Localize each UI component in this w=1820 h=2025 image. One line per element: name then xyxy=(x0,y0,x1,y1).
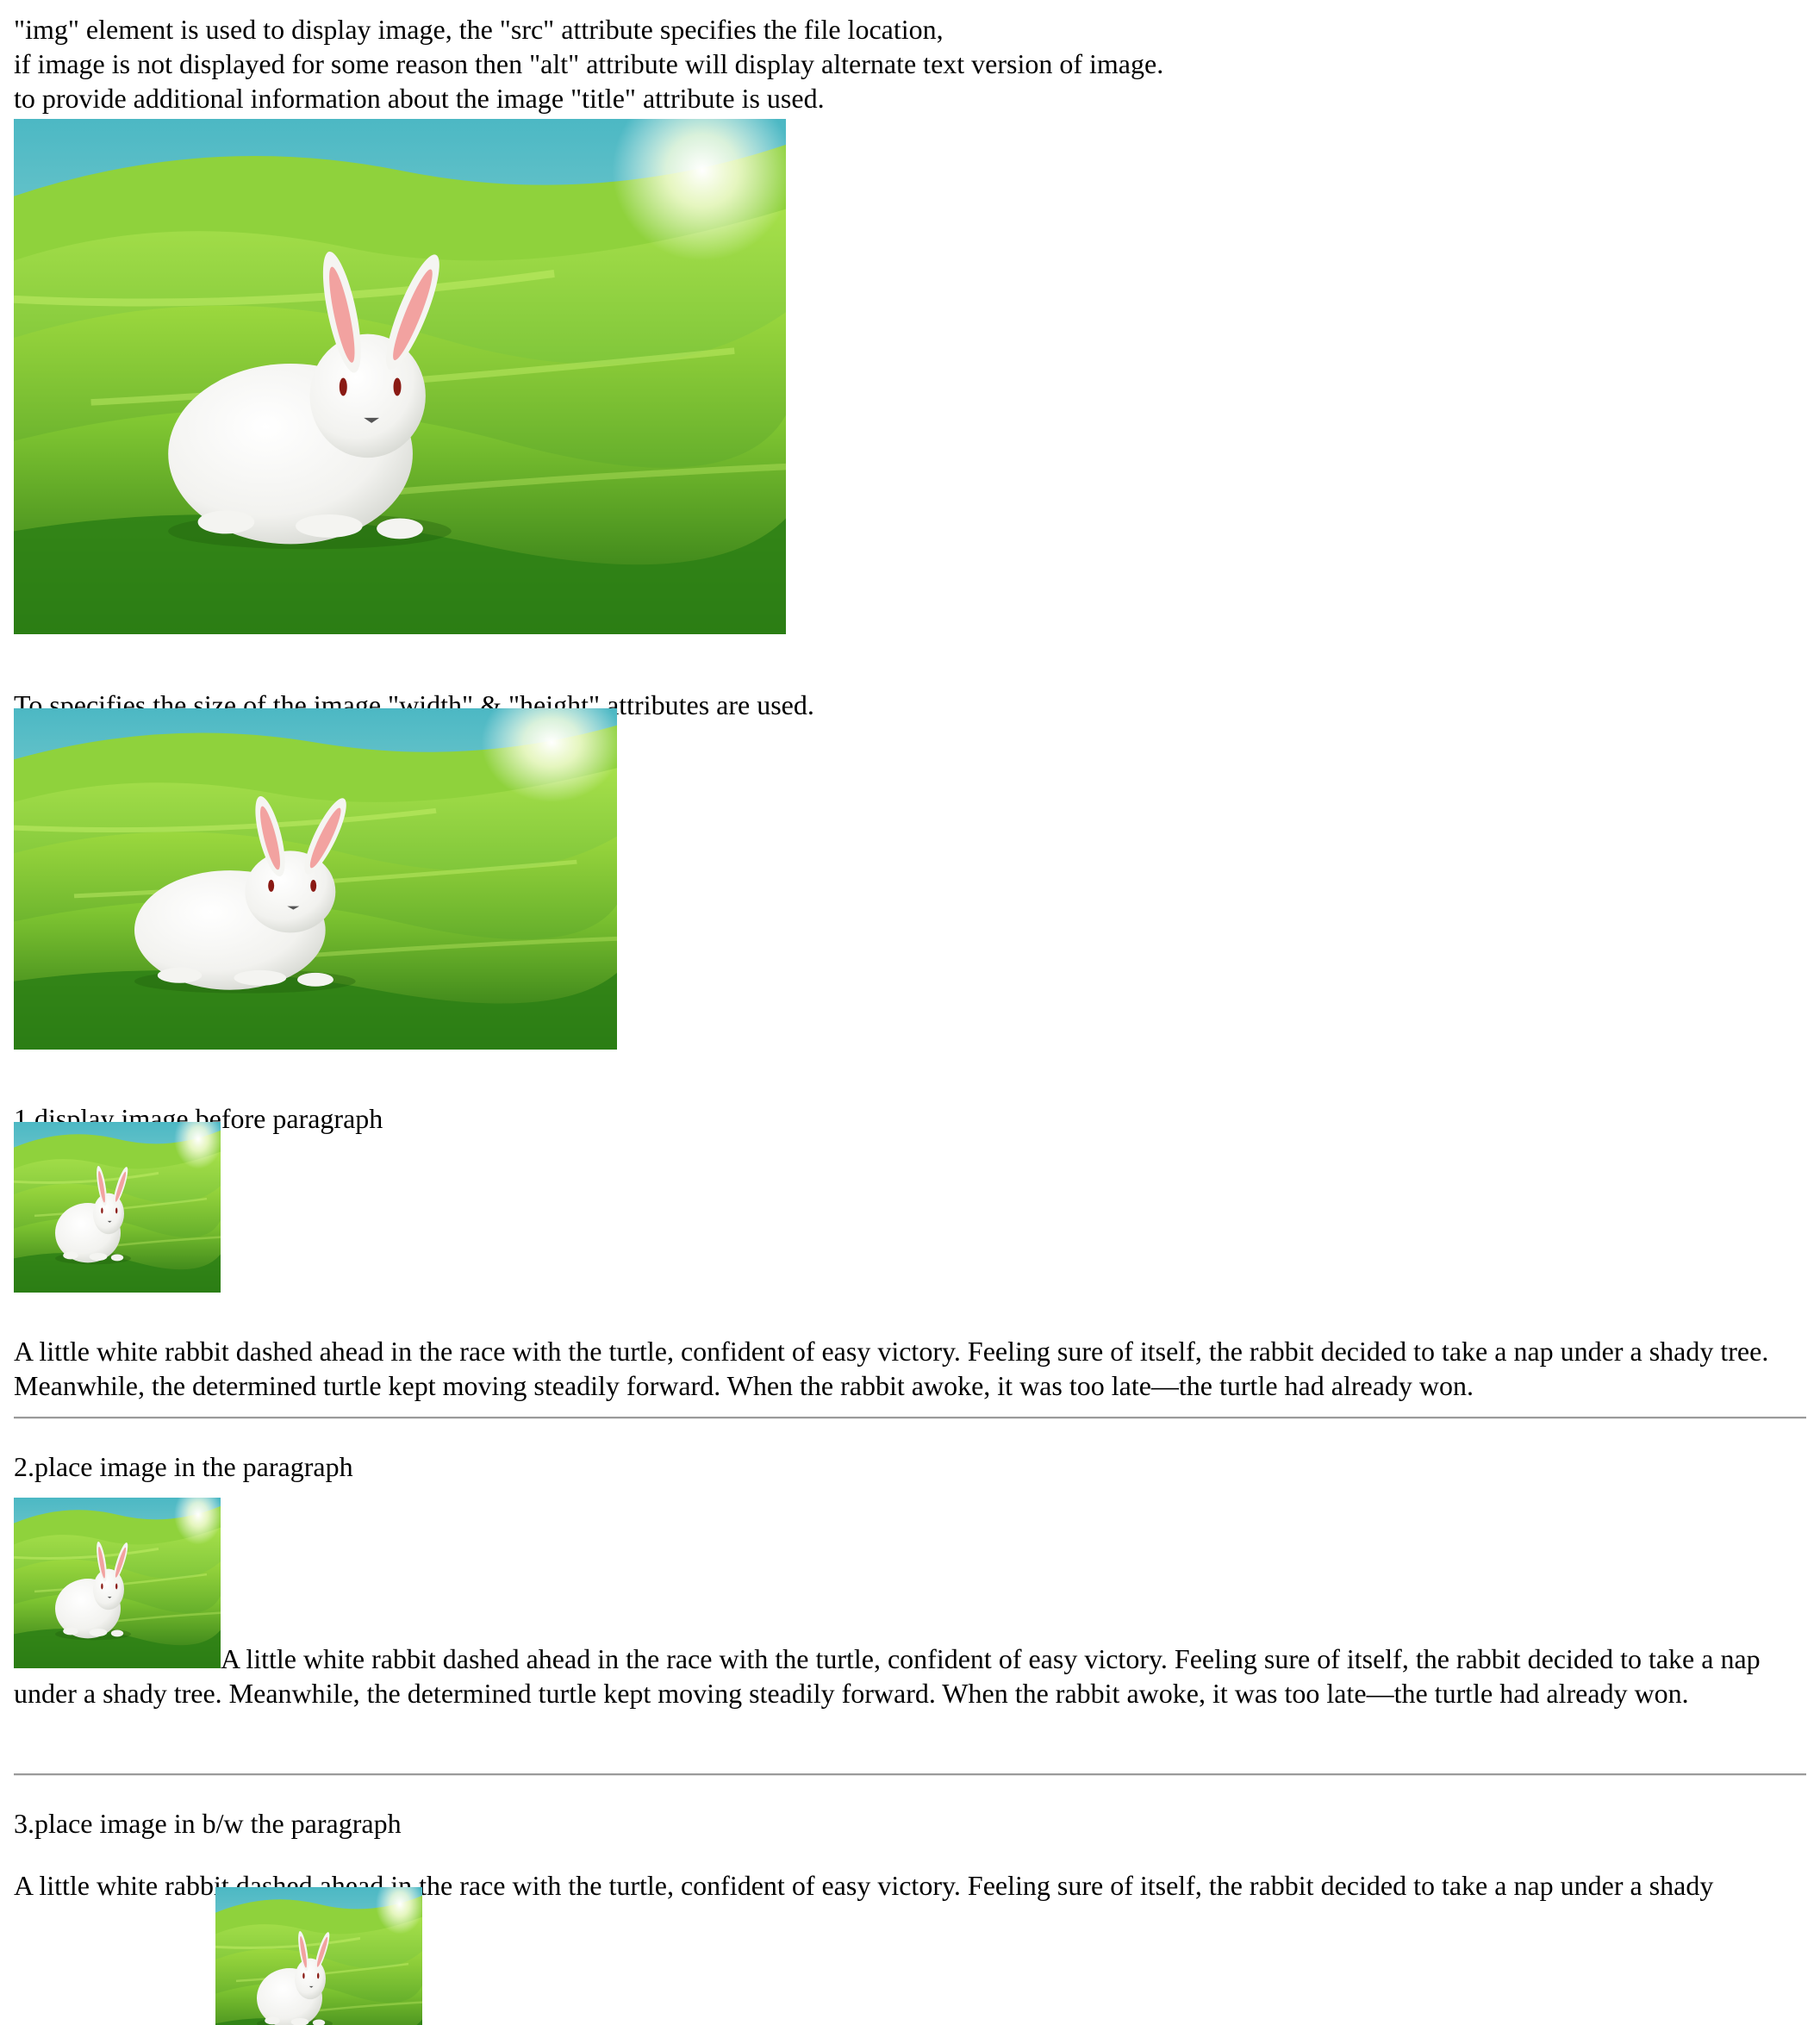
intro-line-2: if image is not displayed for some reaso… xyxy=(14,48,1164,79)
rabbit-image-large xyxy=(14,119,786,634)
story-paragraph-1: A little white rabbit dashed ahead in th… xyxy=(14,1336,1769,1401)
story-paragraph-2: A little white rabbit dashed ahead in th… xyxy=(14,1498,1806,1710)
rabbit-image-graphic xyxy=(14,1498,221,1668)
rabbit-image-graphic xyxy=(215,1887,422,2025)
rabbit-image-graphic xyxy=(14,1122,221,1293)
divider-2 xyxy=(14,1773,1806,1776)
section-3-heading: 3.place image in b/w the paragraph xyxy=(14,1808,402,1839)
story-paragraph-2-text: A little white rabbit dashed ahead in th… xyxy=(14,1643,1761,1709)
divider-1 xyxy=(14,1417,1806,1419)
rabbit-image-medium xyxy=(14,708,617,1050)
rabbit-image-between-text xyxy=(215,1887,422,2025)
rabbit-image-inline xyxy=(14,1498,221,1668)
intro-line-3: to provide additional information about … xyxy=(14,83,825,114)
intro-line-1: "img" element is used to display image, … xyxy=(14,14,944,45)
section-2-heading: 2.place image in the paragraph xyxy=(14,1451,353,1482)
rabbit-image-graphic xyxy=(14,708,617,1050)
rabbit-image-thumbnail-1 xyxy=(14,1122,221,1293)
rabbit-image-graphic xyxy=(14,119,786,634)
